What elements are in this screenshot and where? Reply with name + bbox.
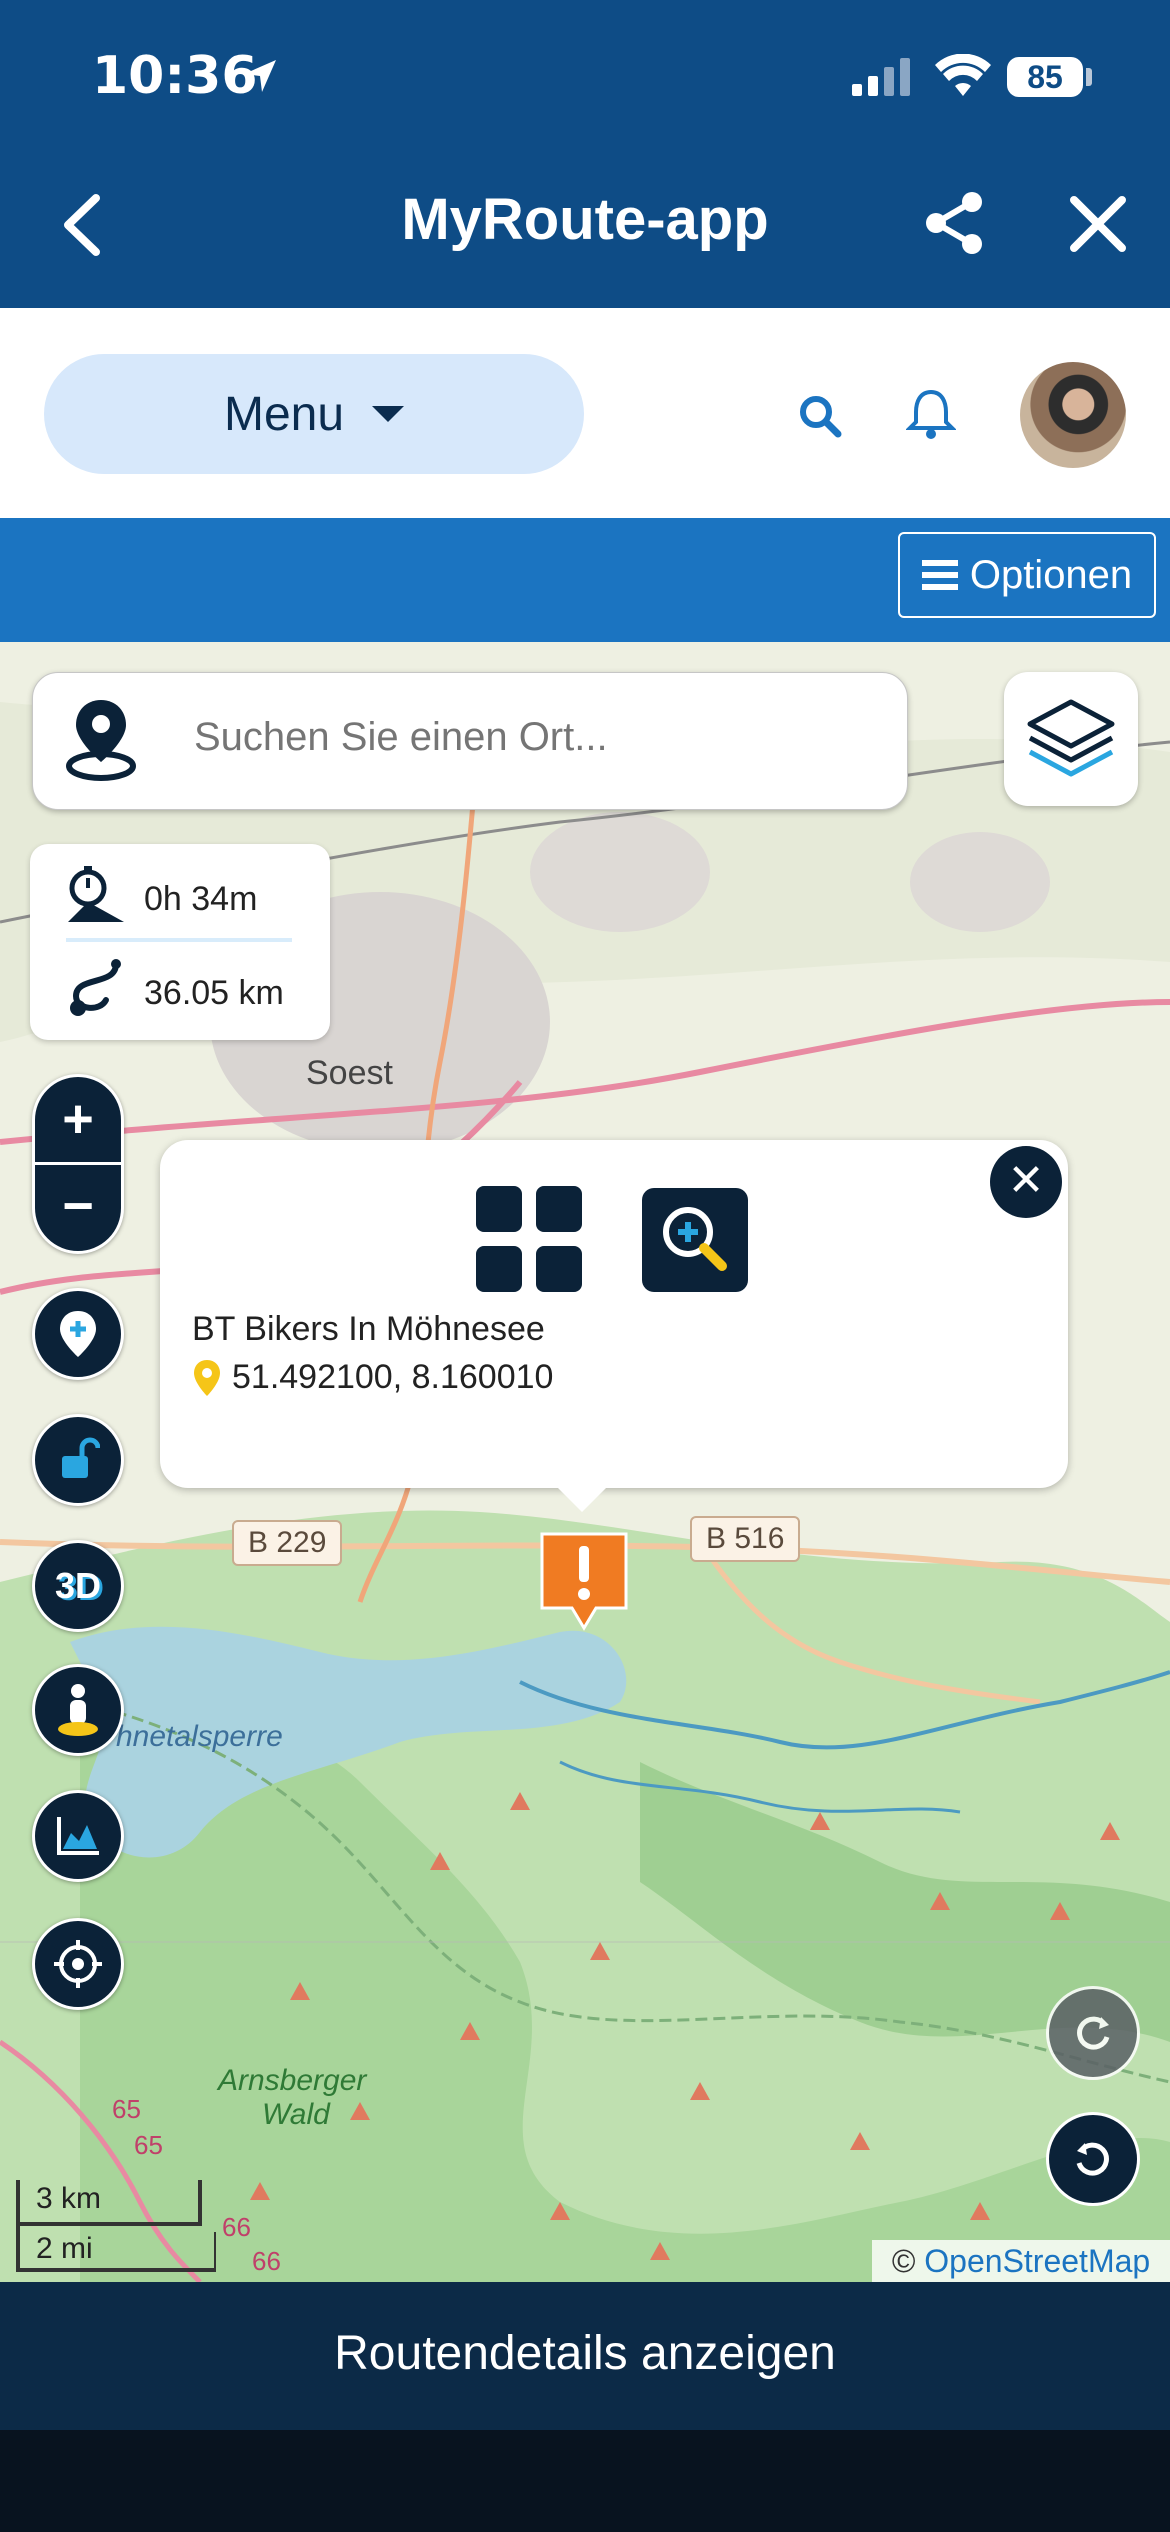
layers-button[interactable] <box>1004 672 1138 806</box>
battery-indicator: 85 <box>1007 57 1083 97</box>
refresh-button[interactable] <box>1046 1986 1140 2080</box>
street-view-button[interactable] <box>32 1664 124 1756</box>
map-attribution: © OpenStreetMap <box>872 2240 1170 2282</box>
road-label-66: 66 <box>252 2246 281 2276</box>
openstreetmap-link[interactable]: OpenStreetMap <box>924 2243 1150 2279</box>
attribution-prefix: © <box>891 2243 916 2279</box>
hamburger-icon <box>921 560 958 590</box>
menu-label: Menu <box>223 387 345 441</box>
route-duration: 0h 34m <box>144 880 258 918</box>
map-pin-icon <box>194 1360 220 1396</box>
battery-cap <box>1086 68 1092 86</box>
scale-imperial: 2 mi <box>36 2232 93 2265</box>
scale-metric: 3 km <box>36 2182 102 2215</box>
zoom-in-button[interactable]: + <box>32 1074 124 1164</box>
reset-icon <box>1076 2142 1109 2176</box>
options-button[interactable]: Optionen <box>898 532 1156 618</box>
layers-icon <box>1027 699 1115 777</box>
poi-coordinates: 51.492100, 8.160010 <box>232 1358 554 1396</box>
share-icon[interactable] <box>920 188 990 258</box>
signal-icon <box>852 58 910 96</box>
stats-divider <box>66 938 292 942</box>
lock-icon <box>62 1437 100 1478</box>
add-icon[interactable] <box>476 1186 582 1292</box>
route-distance: 36.05 km <box>144 974 284 1012</box>
lock-button[interactable] <box>32 1414 124 1506</box>
app-title: MyRoute-app <box>401 187 769 252</box>
map-label-forest-1: Arnsberger <box>218 2064 367 2097</box>
zoom-out-button[interactable]: − <box>32 1164 124 1254</box>
road-shield-b229: B 229 <box>232 1520 343 1566</box>
three-d-button[interactable]: 3D <box>32 1540 124 1632</box>
close-icon[interactable] <box>1066 192 1130 256</box>
popup-tail <box>554 1484 610 1512</box>
refresh-icon <box>1077 2016 1110 2050</box>
menu-button[interactable]: Menu <box>44 354 584 474</box>
map-label-forest-2: Wald <box>262 2098 330 2131</box>
elevation-icon <box>57 1817 99 1855</box>
bell-icon[interactable] <box>906 386 956 440</box>
crosshair-icon <box>54 1940 102 1988</box>
road-label-65: 65 <box>112 2094 141 2124</box>
road-label-66: 66 <box>222 2212 251 2242</box>
elevation-button[interactable] <box>32 1790 124 1882</box>
map-label-city: Soest <box>306 1054 393 1092</box>
warning-marker-icon[interactable] <box>538 1530 630 1634</box>
add-waypoint-button[interactable] <box>32 1288 124 1380</box>
home-indicator-area <box>0 2430 1170 2532</box>
poi-name: BT Bikers In Möhnesee <box>192 1310 545 1348</box>
chevron-down-icon <box>372 406 405 422</box>
locate-button[interactable] <box>32 1918 124 2010</box>
stopwatch-icon <box>68 866 124 922</box>
options-label: Optionen <box>969 552 1133 597</box>
route-icon <box>70 959 121 1016</box>
search-icon[interactable] <box>796 392 844 440</box>
road-shield-b516: B 516 <box>690 1516 801 1562</box>
reset-button[interactable] <box>1046 2112 1140 2206</box>
road-label-65: 65 <box>134 2130 163 2160</box>
map-pin-icon <box>66 700 136 781</box>
route-details-button[interactable]: Routendetails anzeigen <box>0 2326 1170 2381</box>
street-view-icon <box>58 1684 98 1736</box>
avatar[interactable] <box>1020 362 1126 468</box>
location-arrow-icon <box>244 60 276 92</box>
place-search-input[interactable] <box>192 714 876 761</box>
status-time: 10:36 <box>92 46 258 106</box>
zoom-search-icon <box>663 1207 727 1271</box>
add-waypoint-icon <box>60 1311 96 1357</box>
map-label-reservoir: hnetalsperre <box>116 1720 283 1753</box>
three-d-label: 3D <box>54 1565 102 1606</box>
wifi-icon <box>935 54 991 96</box>
zoom-to-poi-button[interactable] <box>642 1188 748 1292</box>
popup-close-button[interactable]: ✕ <box>990 1146 1062 1218</box>
